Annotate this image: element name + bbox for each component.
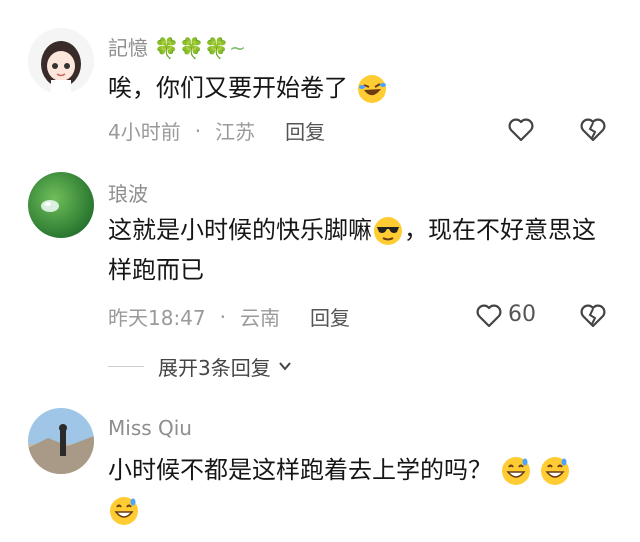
like-icon[interactable]	[506, 114, 536, 144]
chevron-down-icon	[277, 355, 293, 379]
comment-time: 昨天18:47	[108, 306, 206, 330]
separator-dot: ·	[194, 118, 202, 143]
comment-meta: 4小时前 · 江苏 回复	[108, 116, 325, 145]
comment-text: 这就是小时候的快乐脚嘛 ，现在不好意思这样跑而已	[108, 215, 596, 284]
comment-time: 4小时前	[108, 120, 181, 144]
avatar-girl-image	[28, 28, 94, 94]
grin-sweat-emoji	[500, 455, 532, 487]
comment-text: 唉，你们又要开始卷了	[108, 68, 608, 108]
username-decoration: 🍀🍀🍀~	[154, 36, 246, 60]
dislike-icon[interactable]	[578, 300, 608, 330]
comment-text: 小时候不都是这样跑着去上学的吗？	[108, 450, 608, 530]
sunglasses-emoji	[372, 215, 404, 247]
dislike-icon[interactable]	[578, 114, 608, 144]
like-count: 60	[508, 302, 536, 327]
comment-username[interactable]: 記憶 🍀🍀🍀~	[108, 32, 246, 61]
comment-username[interactable]: 琅波	[108, 178, 148, 207]
avatar-leaf-image	[28, 172, 94, 238]
divider-line	[108, 366, 144, 367]
avatar[interactable]	[28, 408, 94, 474]
rofl-emoji	[356, 73, 388, 105]
expand-replies-button[interactable]: 展开3条回复	[108, 352, 293, 381]
avatar[interactable]	[28, 172, 94, 238]
comment-username[interactable]: Miss Qiu	[108, 416, 192, 440]
avatar[interactable]	[28, 28, 94, 94]
avatar-person-image	[28, 408, 94, 474]
separator-dot: ·	[219, 304, 226, 329]
comment-location: 云南	[240, 306, 280, 330]
reply-button[interactable]: 回复	[310, 302, 350, 331]
grin-sweat-emoji	[108, 495, 140, 527]
comment-meta: 昨天18:47 · 云南 回复	[108, 302, 350, 331]
comment-location: 江苏	[215, 120, 256, 144]
like-icon[interactable]	[474, 300, 504, 330]
grin-sweat-emoji	[539, 455, 571, 487]
reply-button[interactable]: 回复	[285, 116, 325, 145]
